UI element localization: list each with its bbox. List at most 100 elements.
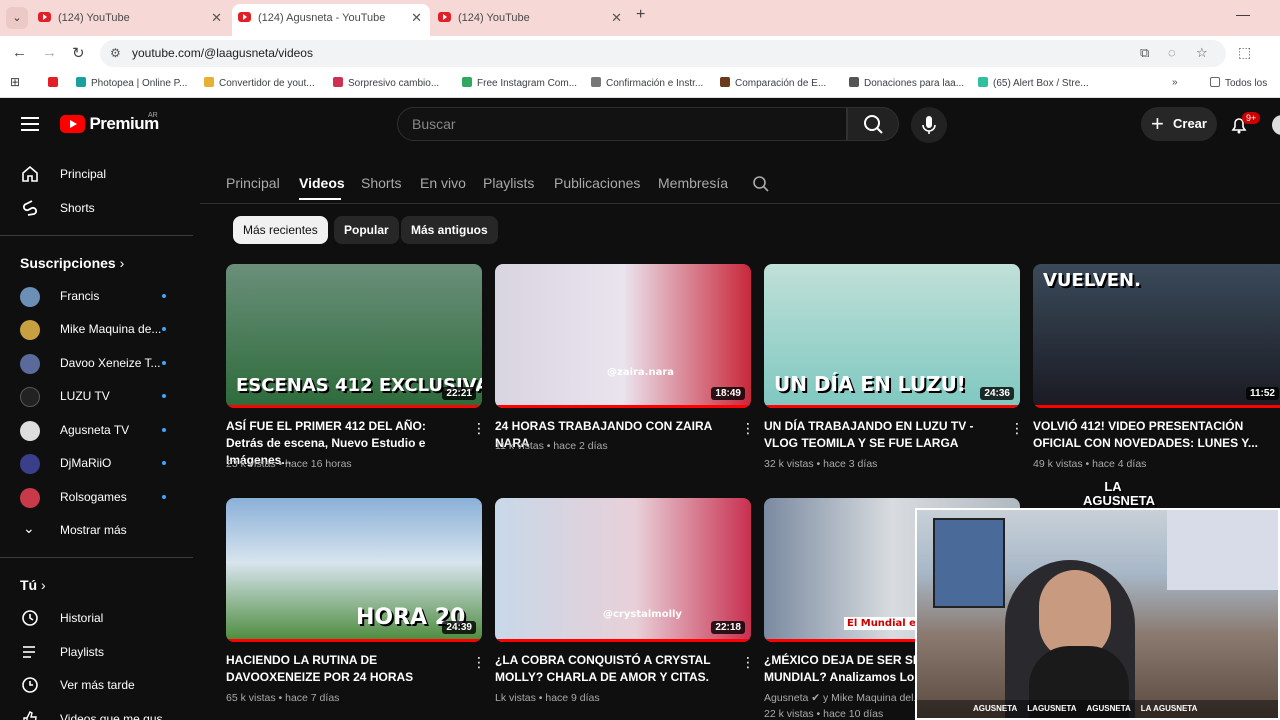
sidebar-item-principal[interactable]: Principal	[0, 157, 190, 191]
voice-search-button[interactable]	[911, 107, 947, 143]
more-options-icon[interactable]: ⋮	[741, 654, 755, 671]
browser-tab-1[interactable]: (124) YouTube ✕	[32, 4, 230, 32]
browser-tab-3[interactable]: (124) YouTube ✕	[432, 4, 630, 32]
tab-shorts[interactable]: Shorts	[361, 175, 401, 191]
bookmark-5[interactable]: Confirmación e Instr...	[591, 77, 703, 89]
tab-membresia[interactable]: Membresía	[658, 175, 728, 191]
search-icon	[864, 115, 883, 134]
reload-icon[interactable]: ↻	[72, 44, 85, 62]
sidebar-item-subscription[interactable]: LUZU TV	[0, 379, 190, 413]
bookmark-3[interactable]: Sorpresivo cambio...	[333, 77, 439, 89]
watch-progress-bar	[226, 405, 482, 408]
tab-videos[interactable]: Videos	[299, 175, 345, 191]
tab-principal[interactable]: Principal	[226, 175, 280, 191]
tab-publicaciones[interactable]: Publicaciones	[554, 175, 640, 191]
menu-icon[interactable]	[21, 117, 39, 135]
video-meta: 23 k vistas • hace 16 horas	[226, 458, 352, 470]
all-bookmarks-folder[interactable]: Todos los	[1210, 77, 1267, 89]
bookmark-youtube[interactable]	[48, 77, 63, 89]
new-tab-icon[interactable]: +	[636, 6, 645, 24]
avatar	[20, 454, 40, 474]
tab-en-vivo[interactable]: En vivo	[420, 175, 466, 191]
avatar	[20, 421, 40, 441]
bookmark-7[interactable]: Donaciones para laa...	[849, 77, 964, 89]
bookmark-8[interactable]: (65) Alert Box / Stre...	[978, 77, 1089, 89]
agusneta-logo: LA AGUSNETA	[1083, 479, 1155, 508]
sidebar-item-liked-videos[interactable]: Videos que me gus	[0, 702, 190, 720]
sidebar-item-subscription[interactable]: DjMaRiiO	[0, 446, 190, 480]
video-thumbnail[interactable]: ESCENAS 412 EXCLUSIVAS 22:21	[226, 264, 482, 408]
close-tab-icon[interactable]: ✕	[611, 4, 622, 32]
bookmark-4[interactable]: Free Instagram Com...	[462, 77, 577, 89]
subscriptions-heading[interactable]: Suscripciones ›	[20, 255, 124, 271]
close-tab-icon[interactable]: ✕	[411, 4, 422, 32]
video-thumbnail[interactable]: @crystalmolly 22:18	[495, 498, 751, 642]
bookmark-1[interactable]: Photopea | Online P...	[76, 77, 187, 89]
minimize-window-icon[interactable]: —	[1236, 6, 1250, 22]
thumbnail-text: UN DÍA EN LUZU!	[774, 372, 966, 396]
sidebar-item-subscription[interactable]: Rolsogames	[0, 480, 190, 514]
tab-search-button[interactable]: ⌄	[6, 7, 28, 29]
site-info-icon[interactable]: ⚙	[110, 46, 121, 60]
new-content-dot	[162, 428, 166, 432]
account-avatar[interactable]	[1272, 115, 1280, 135]
search-button[interactable]	[847, 107, 899, 141]
url-text: youtube.com/@laagusneta/videos	[132, 46, 313, 60]
sidebar-item-shorts[interactable]: Shorts	[0, 191, 190, 225]
youtube-premium-logo[interactable]: Premium AR	[60, 112, 159, 134]
video-title[interactable]: UN DÍA TRABAJANDO EN LUZU TV - VLOG TEOM…	[764, 418, 1004, 452]
video-title[interactable]: ¿LA COBRA CONQUISTÓ A CRYSTAL MOLLY? CHA…	[495, 652, 735, 686]
new-content-dot	[162, 461, 166, 465]
sidebar-divider	[0, 557, 193, 558]
create-button[interactable]: + Crear	[1141, 107, 1217, 141]
apps-grid-icon[interactable]: ⊞	[10, 75, 20, 89]
filter-popular[interactable]: Popular	[334, 216, 399, 244]
social-handles-bar: AGUSNETA LAGUSNETA AGUSNETA LA AGUSNETA	[917, 700, 1278, 718]
sidebar-item-subscription[interactable]: Francis	[0, 279, 190, 313]
bookmark-2[interactable]: Convertidor de yout...	[204, 77, 315, 89]
url-field[interactable]: ⚙ youtube.com/@laagusneta/videos ⧉ ◌ ☆	[100, 40, 1226, 67]
video-channel-line[interactable]: Agusneta ✔ y Mike Maquina del...	[764, 692, 922, 704]
extensions-icon[interactable]: ⬚	[1238, 44, 1251, 61]
duration-badge: 11:52	[1245, 387, 1279, 400]
install-icon[interactable]: ⧉	[1140, 45, 1149, 61]
tab-playlists[interactable]: Playlists	[483, 175, 534, 191]
address-bar-row: ← → ↻ ⚙ youtube.com/@laagusneta/videos ⧉…	[0, 36, 1280, 70]
sidebar-item-subscription[interactable]: Davoo Xeneize T...	[0, 346, 190, 380]
duration-badge: 22:18	[711, 621, 745, 634]
more-options-icon[interactable]: ⋮	[741, 420, 755, 437]
bookmark-star-icon[interactable]: ☆	[1196, 45, 1208, 61]
video-thumbnail[interactable]: VUELVEN. 11:52	[1033, 264, 1280, 408]
chevron-down-icon: ⌄	[23, 520, 35, 536]
eye-off-icon[interactable]: ◌	[1168, 45, 1176, 60]
plus-icon: +	[1151, 111, 1164, 136]
video-title[interactable]: VOLVIÓ 412! VIDEO PRESENTACIÓN OFICIAL C…	[1033, 418, 1273, 452]
sidebar-item-ver-mas-tarde[interactable]: Ver más tarde	[0, 668, 190, 702]
more-bookmarks-icon[interactable]: »	[1172, 77, 1178, 88]
more-options-icon[interactable]: ⋮	[1010, 420, 1024, 437]
you-heading[interactable]: Tú ›	[20, 577, 46, 593]
filter-mas-recientes[interactable]: Más recientes	[233, 216, 328, 244]
browser-tab-2[interactable]: (124) Agusneta - YouTube ✕	[232, 4, 430, 36]
sidebar-item-subscription[interactable]: Mike Maquina de...	[0, 312, 190, 346]
close-tab-icon[interactable]: ✕	[211, 4, 222, 32]
filter-mas-antiguos[interactable]: Más antiguos	[401, 216, 498, 244]
video-thumbnail[interactable]: @zaira.nara 18:49	[495, 264, 751, 408]
thumbnail-text: VUELVEN.	[1043, 270, 1141, 291]
video-title[interactable]: HACIENDO LA RUTINA DE DAVOOXENEIZE POR 2…	[226, 652, 466, 686]
more-options-icon[interactable]: ⋮	[472, 420, 486, 437]
sidebar-item-subscription[interactable]: Agusneta TV	[0, 413, 190, 447]
sidebar-item-historial[interactable]: Historial	[0, 601, 190, 635]
channel-search-icon[interactable]	[752, 175, 770, 193]
avatar	[20, 287, 40, 307]
wall-poster	[933, 518, 1005, 608]
bookmark-6[interactable]: Comparación de E...	[720, 77, 826, 89]
search-input[interactable]	[412, 116, 812, 132]
sidebar-item-playlists[interactable]: Playlists	[0, 635, 190, 669]
forward-icon[interactable]: →	[42, 44, 57, 61]
video-thumbnail[interactable]: HORA 20 24:39	[226, 498, 482, 642]
back-icon[interactable]: ←	[12, 44, 27, 61]
video-thumbnail[interactable]: UN DÍA EN LUZU! 24:36	[764, 264, 1020, 408]
more-options-icon[interactable]: ⋮	[472, 654, 486, 671]
show-more-button[interactable]: ⌄ Mostrar más	[0, 513, 190, 547]
